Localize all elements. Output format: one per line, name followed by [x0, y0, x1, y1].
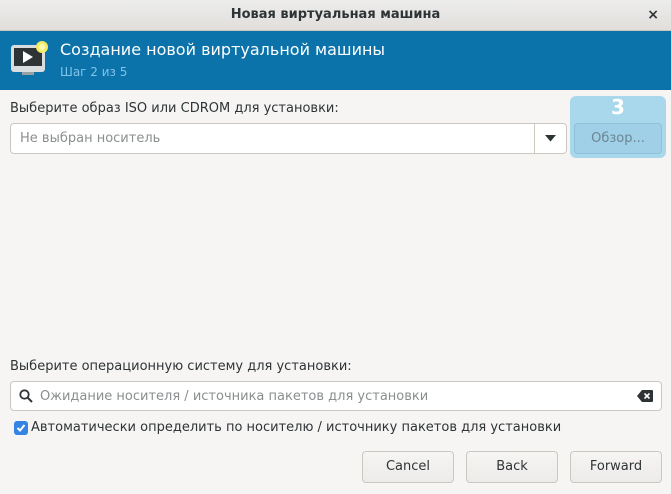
search-icon — [19, 389, 33, 403]
cancel-button[interactable]: Cancel — [362, 451, 454, 483]
window-titlebar: Новая виртуальная машина × — [0, 0, 671, 31]
checkbox-checked-icon[interactable] — [14, 421, 28, 435]
window-title: Новая виртуальная машина — [230, 7, 441, 22]
combo-dropdown-button[interactable] — [534, 124, 566, 153]
wizard-step: Шаг 2 из 5 — [60, 65, 128, 79]
wizard-title: Создание новой виртуальной машины — [60, 40, 386, 59]
forward-button[interactable]: Forward — [570, 451, 662, 483]
back-button[interactable]: Back — [466, 451, 558, 483]
highlight-number: 3 — [611, 95, 625, 119]
install-media-combo-placeholder: Не выбран носитель — [20, 131, 161, 146]
close-icon[interactable]: × — [647, 7, 659, 23]
browse-button[interactable]: Обзор... — [574, 123, 662, 154]
auto-detect-label: Автоматически определить по носителю / и… — [31, 420, 562, 435]
os-label: Выберите операционную систему для устано… — [10, 359, 352, 374]
os-search-placeholder: Ожидание носителя / источника пакетов дл… — [40, 389, 429, 404]
clear-input-icon[interactable] — [637, 390, 653, 402]
virtual-machine-new-icon — [11, 41, 48, 75]
wizard-header: Создание новой виртуальной машины Шаг 2 … — [0, 31, 671, 90]
chevron-down-icon — [545, 135, 556, 142]
os-search-input[interactable]: Ожидание носителя / источника пакетов дл… — [10, 381, 662, 411]
install-media-combo[interactable]: Не выбран носитель — [10, 123, 567, 154]
install-media-label: Выберите образ ISO или CDROM для установ… — [10, 101, 339, 116]
